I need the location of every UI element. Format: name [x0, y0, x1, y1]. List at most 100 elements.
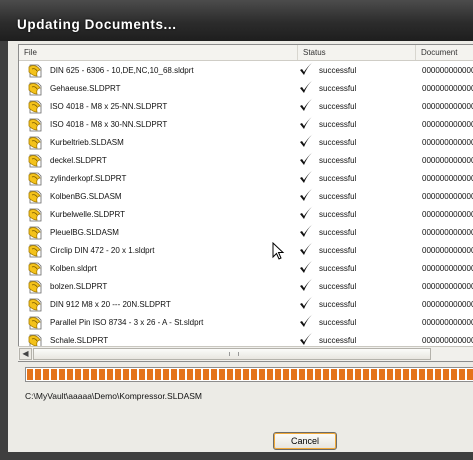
file-name: Kurbeltrieb.SLDASM — [50, 138, 124, 147]
table-row[interactable]: zylinderkopf.SLDPRT successful 00000000000… — [19, 170, 473, 188]
checkmark-icon — [298, 115, 314, 133]
checkmark-icon — [298, 277, 314, 295]
status-text: successful — [319, 174, 357, 183]
table-row[interactable]: Parallel Pin ISO 8734 - 3 x 26 - A - St.… — [19, 314, 473, 332]
file-name: Kurbelwelle.SLDPRT — [50, 210, 125, 219]
checkmark-icon — [298, 97, 314, 115]
horizontal-scrollbar[interactable]: ◀ — [18, 346, 473, 361]
document-id: 000000000000 — [422, 228, 473, 237]
column-header-file[interactable]: File — [19, 45, 298, 60]
document-id: 000000000000 — [422, 192, 473, 201]
checkmark-icon — [298, 151, 314, 169]
document-list[interactable]: File Status Document DIN 625 - 6306 - 10… — [18, 44, 473, 362]
column-header-document[interactable]: Document — [416, 45, 473, 60]
current-file-path: C:\MyVault\aaaaa\Demo\Kompressor.SLDASM — [25, 391, 202, 401]
document-id: 000000000000 — [422, 138, 473, 147]
status-text: successful — [319, 192, 357, 201]
document-id: 000000000000 — [422, 66, 473, 75]
progress-fill — [27, 369, 473, 380]
checkmark-icon — [298, 205, 314, 223]
table-row[interactable]: Kolben.sldprt successful 000000000000 — [19, 260, 473, 278]
checkmark-icon — [298, 61, 314, 79]
solidworks-file-icon — [28, 100, 44, 114]
window-title: Updating Documents... — [17, 17, 177, 32]
status-text: successful — [319, 138, 357, 147]
status-text: successful — [319, 84, 357, 93]
checkmark-icon — [298, 187, 314, 205]
list-rows: DIN 625 - 6306 - 10,DE,NC,10_68.sldprtsu… — [19, 62, 473, 356]
solidworks-file-icon — [28, 118, 44, 132]
status-text: successful — [319, 228, 357, 237]
mouse-cursor-icon — [272, 242, 285, 260]
file-name: Gehaeuse.SLDPRT — [50, 84, 121, 93]
scrollbar-thumb[interactable] — [33, 348, 431, 360]
file-name: ISO 4018 - M8 x 25-NN.SLDPRT — [50, 102, 168, 111]
status-text: successful — [319, 282, 357, 291]
table-row[interactable]: ISO 4018 - M8 x 30-NN.SLDPRT successful 00… — [19, 116, 473, 134]
file-name: deckel.SLDPRT — [50, 156, 107, 165]
file-name: DIN 912 M8 x 20 --- 20N.SLDPRT — [50, 300, 171, 309]
checkmark-icon — [298, 241, 314, 259]
table-row[interactable]: Circlip DIN 472 - 20 x 1.sldprt successfu… — [19, 242, 473, 260]
table-row[interactable]: Kurbelwelle.SLDPRT successful 000000000000 — [19, 206, 473, 224]
status-text: successful — [319, 264, 357, 273]
document-id: 000000000000 — [422, 264, 473, 273]
solidworks-file-icon — [28, 82, 44, 96]
table-row[interactable]: Gehaeuse.SLDPRT successful 000000000000 — [19, 80, 473, 98]
file-name: zylinderkopf.SLDPRT — [50, 174, 127, 183]
checkmark-icon — [298, 259, 314, 277]
cancel-button[interactable]: Cancel — [273, 432, 337, 450]
document-id: 000000000000 — [422, 210, 473, 219]
checkmark-icon — [298, 223, 314, 241]
status-text: successful — [319, 246, 357, 255]
status-text: successful — [319, 318, 357, 327]
column-header-status[interactable]: Status — [298, 45, 416, 60]
solidworks-file-icon — [28, 190, 44, 204]
status-text: successful — [319, 300, 357, 309]
table-row[interactable]: ISO 4018 - M8 x 25-NN.SLDPRT successful 00… — [19, 98, 473, 116]
solidworks-file-icon — [28, 262, 44, 276]
solidworks-file-icon — [28, 208, 44, 222]
solidworks-file-icon — [28, 136, 44, 150]
updating-documents-dialog: Updating Documents... File Status Docume… — [0, 0, 473, 460]
solidworks-file-icon — [28, 244, 44, 258]
table-row[interactable]: Kurbeltrieb.SLDASM successful 000000000000 — [19, 134, 473, 152]
title-bar[interactable]: Updating Documents... — [0, 0, 473, 41]
solidworks-file-icon — [28, 226, 44, 240]
file-name: Parallel Pin ISO 8734 - 3 x 26 - A - St.… — [50, 318, 204, 327]
table-row[interactable]: DIN 625 - 6306 - 10,DE,NC,10_68.sldprt su… — [19, 62, 473, 80]
solidworks-file-icon — [28, 298, 44, 312]
solidworks-file-icon — [28, 64, 44, 78]
file-name: ISO 4018 - M8 x 30-NN.SLDPRT — [50, 120, 168, 129]
document-id: 000000000000 — [422, 246, 473, 255]
status-text: successful — [319, 120, 357, 129]
table-row[interactable]: deckel.SLDPRT successful 000000000000 — [19, 152, 473, 170]
file-name: KolbenBG.SLDASM — [50, 192, 122, 201]
solidworks-file-icon — [28, 316, 44, 330]
file-name: PleuelBG.SLDASM — [50, 228, 119, 237]
document-id: 000000000000 — [422, 120, 473, 129]
table-row[interactable]: KolbenBG.SLDASM successful 000000000000 — [19, 188, 473, 206]
document-id: 000000000000 — [422, 102, 473, 111]
document-id: 000000000000 — [422, 156, 473, 165]
checkmark-icon — [298, 169, 314, 187]
solidworks-file-icon — [28, 154, 44, 168]
table-row[interactable]: bolzen.SLDPRT successful 000000000000 — [19, 278, 473, 296]
solidworks-file-icon — [28, 172, 44, 186]
status-text: successful — [319, 210, 357, 219]
document-id: 000000000000 — [422, 300, 473, 309]
scroll-left-arrow-icon[interactable]: ◀ — [19, 348, 32, 360]
checkmark-icon — [298, 295, 314, 313]
checkmark-icon — [298, 313, 314, 331]
status-text: successful — [319, 66, 357, 75]
table-row[interactable]: PleuelBG.SLDASM successful 000000000000 — [19, 224, 473, 242]
list-header: File Status Document — [19, 45, 473, 61]
file-name: Circlip DIN 472 - 20 x 1.sldprt — [50, 246, 155, 255]
table-row[interactable]: DIN 912 M8 x 20 --- 20N.SLDPRT successful… — [19, 296, 473, 314]
file-name: DIN 625 - 6306 - 10,DE,NC,10_68.sldprt — [50, 66, 194, 75]
solidworks-file-icon — [28, 280, 44, 294]
checkmark-icon — [298, 79, 314, 97]
document-id: 000000000000 — [422, 174, 473, 183]
status-text: successful — [319, 156, 357, 165]
document-id: 000000000000 — [422, 84, 473, 93]
